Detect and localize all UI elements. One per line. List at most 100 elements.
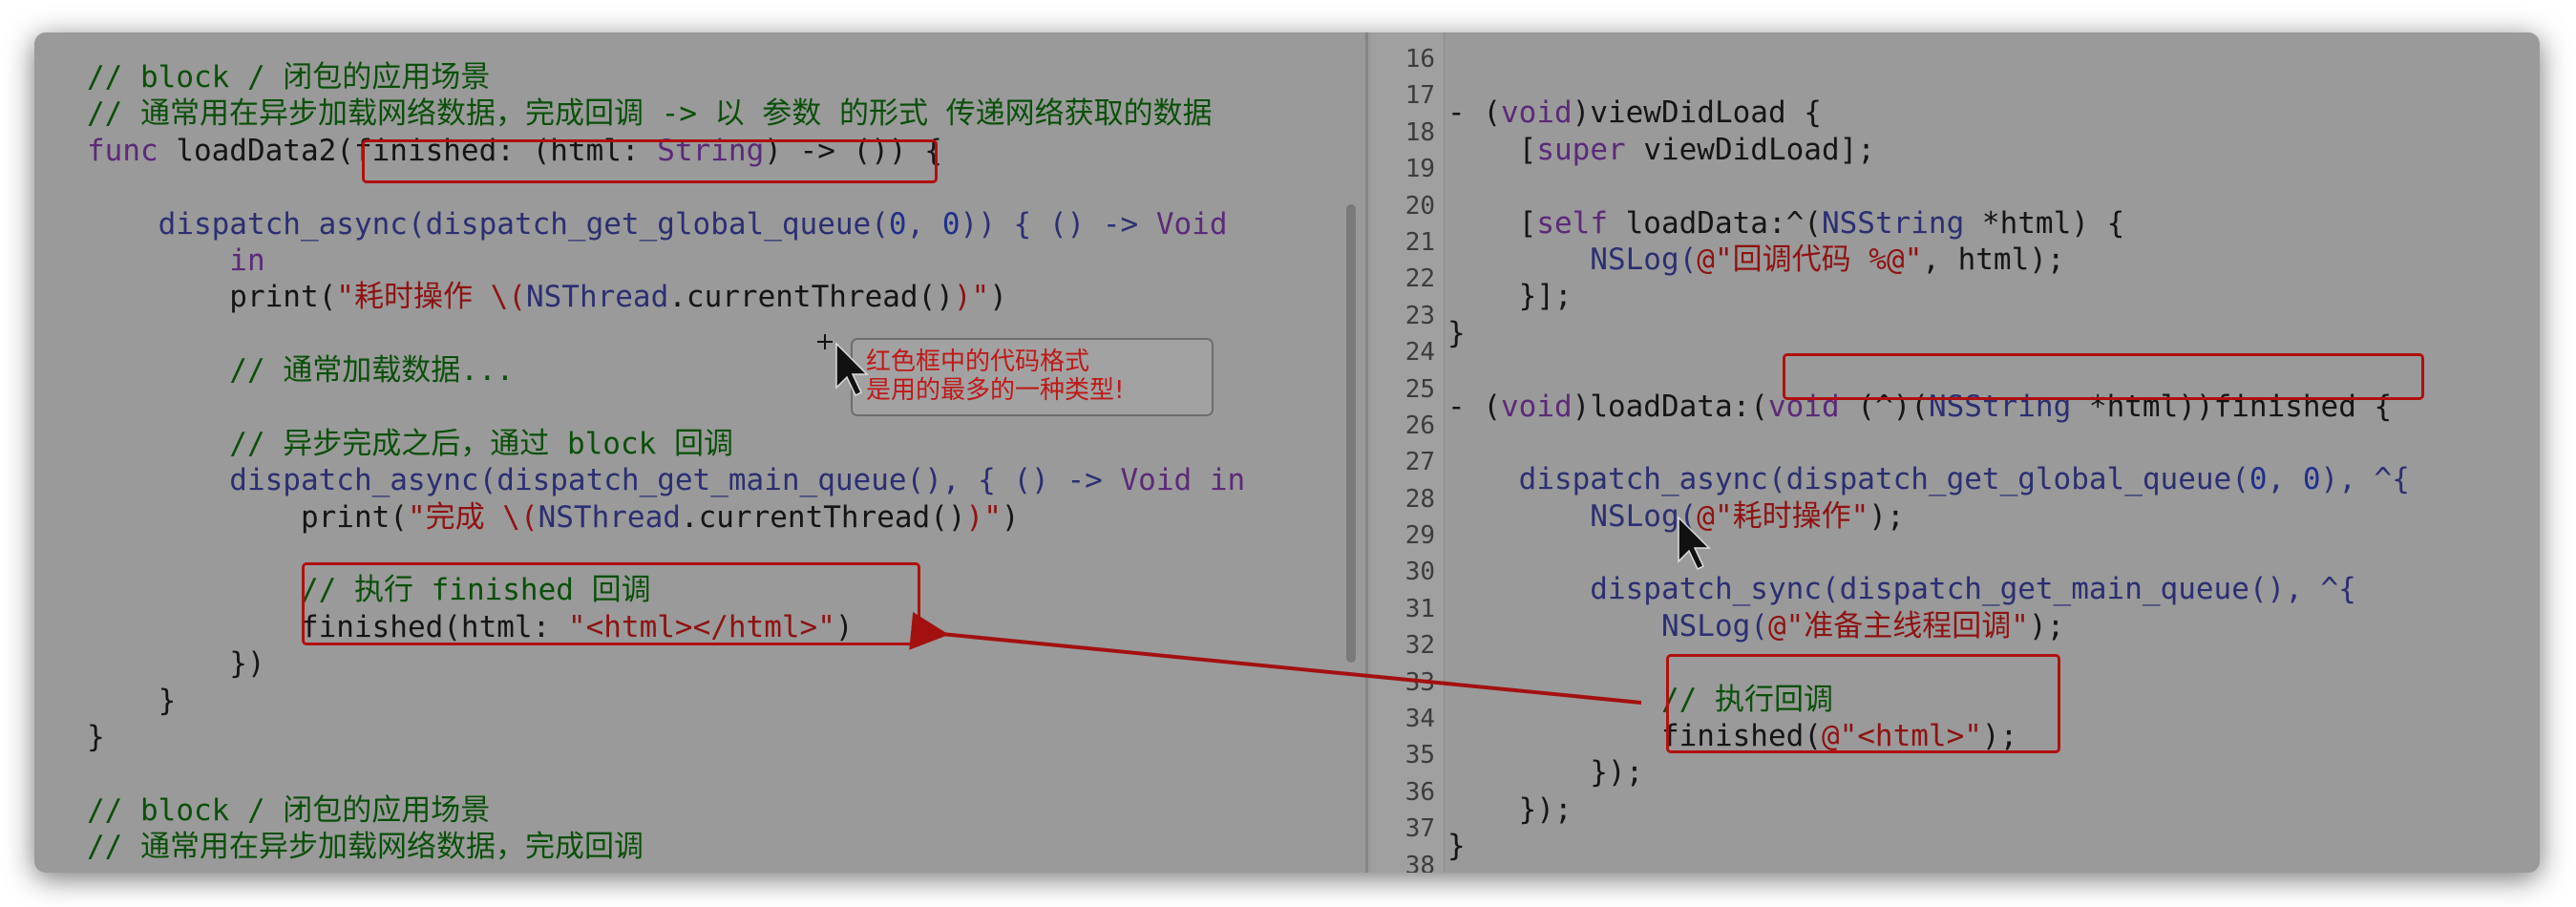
- code-token: ,: [2267, 462, 2303, 497]
- line-number: 20: [1404, 191, 1435, 221]
- objc-callback-highlight-box: [1666, 654, 2060, 753]
- code-token: });: [1447, 755, 1644, 791]
- code-token: 0: [2249, 462, 2268, 497]
- line-number: 30: [1404, 558, 1435, 587]
- finished-callback-highlight-box: [302, 562, 920, 645]
- line-number: 17: [1404, 81, 1435, 111]
- code-token: loadData:^(: [1607, 205, 1822, 241]
- line-number: 23: [1404, 301, 1435, 330]
- vertical-scrollbar[interactable]: [1346, 204, 1356, 663]
- code-token: dispatch_async(dispatch_get_global_queue…: [1447, 462, 2249, 497]
- code-line[interactable]: }): [87, 645, 1245, 682]
- code-token: ), ^{: [2320, 462, 2410, 497]
- code-token: )viewDidLoad {: [1572, 95, 1822, 131]
- line-number: 18: [1404, 117, 1435, 147]
- code-token: // 通常加载数据...: [87, 353, 515, 389]
- line-number: 37: [1404, 814, 1435, 844]
- code-token: print(: [87, 499, 408, 535]
- code-token: ,: [906, 206, 942, 242]
- code-line[interactable]: dispatch_async(dispatch_get_global_queue…: [87, 206, 1245, 243]
- code-line[interactable]: }: [87, 719, 1245, 755]
- code-line[interactable]: [1447, 425, 2410, 461]
- code-token: ): [989, 280, 1007, 315]
- code-line[interactable]: [1447, 535, 2410, 571]
- code-line[interactable]: // 通常用在异步加载网络数据，完成回调 -> 以 参数 的形式 传递网络获取的…: [87, 95, 1245, 132]
- code-token: NSThread: [525, 280, 669, 315]
- code-line[interactable]: // 异步完成之后，通过 block 回调: [87, 426, 1245, 462]
- line-number: 28: [1404, 484, 1435, 514]
- code-line[interactable]: - (void)viewDidLoad {: [1447, 95, 2410, 131]
- code-line[interactable]: print("完成 \(NSThread.currentThread())"): [87, 499, 1245, 536]
- code-token: Void: [1155, 206, 1228, 242]
- code-token: // block / 闭包的应用场景: [87, 792, 491, 828]
- code-token: [: [1447, 205, 1537, 241]
- collapse-icon: [1444, 32, 1482, 40]
- code-line[interactable]: dispatch_async(dispatch_get_global_queue…: [1447, 461, 2410, 497]
- code-token: *html) {: [1964, 205, 2125, 241]
- code-line[interactable]: [self loadData:^(NSString *html) {: [1447, 205, 2410, 242]
- code-line[interactable]: }: [1447, 315, 2410, 351]
- objc-block-param-highlight-box: [1783, 353, 2424, 400]
- code-line[interactable]: [87, 755, 1245, 791]
- annotation-note: 红色框中的代码格式 是用的最多的一种类型!: [851, 338, 1214, 416]
- code-line[interactable]: });: [1447, 791, 2410, 828]
- code-line[interactable]: [super viewDidLoad];: [1447, 132, 2410, 168]
- code-line[interactable]: // 通常用在异步加载网络数据，完成回调: [87, 829, 1245, 865]
- code-token: 0: [941, 206, 961, 242]
- line-number: 21: [1404, 227, 1435, 257]
- code-token: print(: [87, 280, 337, 315]
- code-token: .currentThread(): [680, 499, 966, 535]
- line-number: 34: [1404, 705, 1435, 734]
- code-line[interactable]: NSLog(@"耗时操作");: [1447, 498, 2410, 535]
- line-numbers: 16 17 18 19 20 21 22 23 24 25 26 27 28 29 30 31 32 33 34 35…: [1389, 41, 1435, 873]
- code-token: 0: [2302, 462, 2321, 497]
- code-token: @"耗时操作": [1697, 498, 1869, 534]
- code-token: // 通常用在异步加载网络数据，完成回调 -> 以 参数 的形式 传递网络获取的…: [87, 96, 1213, 132]
- code-line[interactable]: print("耗时操作 \(NSThread.currentThread())"…: [87, 279, 1245, 315]
- code-token: }: [87, 720, 105, 755]
- code-line[interactable]: dispatch_sync(dispatch_get_main_queue(),…: [1447, 571, 2410, 607]
- code-line[interactable]: [1447, 865, 2410, 873]
- line-number: 33: [1404, 667, 1435, 697]
- code-token: }: [87, 683, 177, 718]
- split-divider[interactable]: [1365, 32, 1368, 873]
- code-token: NSThread: [538, 499, 681, 535]
- code-token: - (: [1447, 389, 1501, 424]
- code-token: "耗时操作 \(: [336, 280, 526, 315]
- code-line[interactable]: }: [87, 683, 1245, 719]
- code-token: )) { () ->: [960, 206, 1156, 242]
- code-token: func: [87, 133, 158, 168]
- code-token: });: [1447, 791, 1573, 827]
- code-token: 0: [888, 206, 907, 242]
- code-token: "完成 \(: [407, 499, 538, 535]
- code-line[interactable]: dispatch_async(dispatch_get_main_queue()…: [87, 462, 1245, 498]
- code-line[interactable]: }];: [1447, 278, 2410, 314]
- code-line[interactable]: NSLog(@"准备主线程回调");: [1447, 608, 2410, 644]
- code-token: ): [1001, 499, 1020, 535]
- code-token: // 通常用在异步加载网络数据，完成回调: [87, 830, 644, 865]
- code-line[interactable]: NSLog(@"回调代码 %@", html);: [1447, 242, 2410, 278]
- line-number: 16: [1404, 45, 1435, 74]
- code-line[interactable]: [1447, 168, 2410, 204]
- code-token: void: [1501, 95, 1573, 131]
- code-line[interactable]: in: [87, 243, 1245, 279]
- line-number: 27: [1404, 448, 1435, 477]
- code-token: NSString: [1821, 205, 1965, 241]
- code-line[interactable]: }: [1447, 828, 2410, 864]
- code-token: NSLog(: [1447, 608, 1768, 643]
- code-line[interactable]: // block / 闭包的应用场景: [87, 59, 1245, 95]
- line-number: 22: [1404, 264, 1435, 294]
- code-line[interactable]: [1447, 58, 2410, 95]
- code-token: // block / 闭包的应用场景: [87, 60, 491, 95]
- code-token: void: [1501, 389, 1573, 424]
- code-token: }): [87, 646, 265, 682]
- screen-recording-window: // block / 闭包的应用场景// 通常用在异步加载网络数据，完成回调 -…: [34, 32, 2540, 873]
- code-token: - (: [1447, 95, 1501, 131]
- code-token: // 异步完成之后，通过 block 回调: [87, 426, 733, 461]
- code-line[interactable]: // block / 闭包的应用场景: [87, 792, 1245, 829]
- code-token: }];: [1447, 279, 1573, 314]
- code-token: )loadData:(: [1572, 389, 1768, 424]
- code-token: dispatch_sync(dispatch_get_main_queue(),…: [1447, 572, 2356, 607]
- code-token: .currentThread(): [668, 280, 954, 315]
- code-line[interactable]: });: [1447, 754, 2410, 791]
